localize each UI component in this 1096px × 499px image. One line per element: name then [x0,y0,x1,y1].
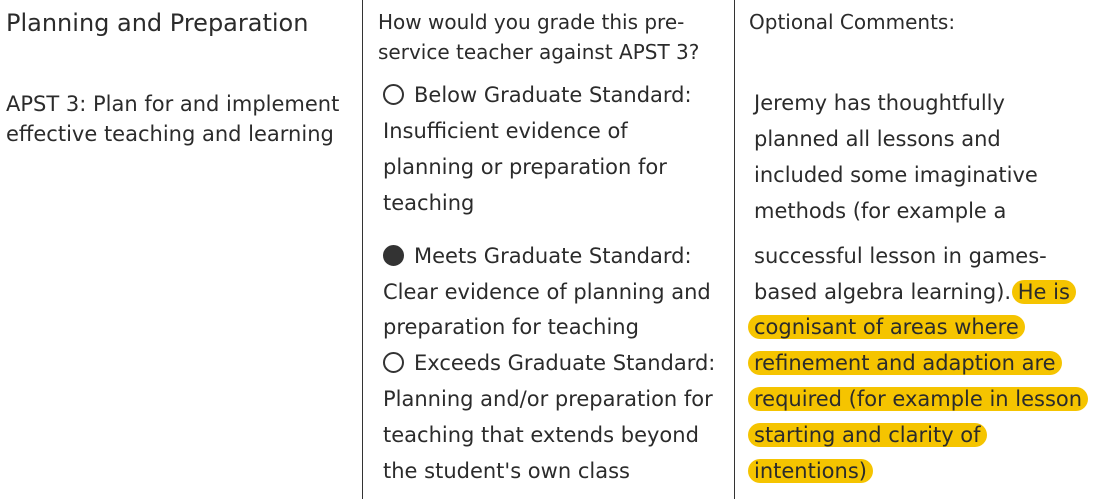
comment-line: included some imaginative [754,163,1038,187]
criterion-title: Planning and Preparation [6,9,309,37]
highlighted-comment-line: required (for example in lesson [748,381,1089,417]
comment-line: successful lesson in games- [754,244,1047,268]
option-label: Meets Graduate Standard: [414,244,692,268]
standard-line: effective teaching and learning [6,122,334,146]
option-desc: Insufficient evidence of [383,119,628,143]
radio-button-selected[interactable] [383,245,404,266]
highlighted-comment: intentions) [748,459,873,483]
highlighted-comment-line: starting and clarity of [748,417,987,453]
option-label: Below Graduate Standard: [414,83,692,107]
grading-column: How would you grade this pre- service te… [362,0,734,499]
option-meets-standard[interactable]: Meets Graduate Standard: [383,238,692,274]
highlighted-comment: starting and clarity of [748,423,987,447]
option-exceeds-standard[interactable]: Exceeds Graduate Standard: [383,345,715,381]
question-line: How would you grade this pre- [378,10,685,34]
highlighted-comment: cognisant of areas where [748,315,1025,339]
highlighted-comment-line: refinement and adaption are [748,345,1062,381]
highlighted-comment-line: cognisant of areas where [748,309,1025,345]
question-line: service teacher against APST 3? [378,40,700,64]
option-desc: the student's own class [383,459,630,483]
comment-text: based algebra learning). [754,280,1012,304]
option-desc: planning or preparation for [383,155,667,179]
option-below-standard[interactable]: Below Graduate Standard: [383,77,692,113]
comment-line: planned all lessons and [754,127,1001,151]
criterion-column: Planning and Preparation APST 3: Plan fo… [0,0,362,499]
comment-line: methods (for example a [754,199,1007,223]
option-desc: teaching that extends beyond [383,423,699,447]
highlighted-comment: He is [1011,280,1076,304]
radio-button-unselected[interactable] [383,352,404,373]
option-desc: Planning and/or preparation for [383,387,713,411]
option-label: Exceeds Graduate Standard: [414,351,716,375]
highlighted-comment: required (for example in lesson [748,387,1089,411]
highlighted-comment-line: intentions) [748,453,873,489]
option-desc: Clear evidence of planning and [383,280,711,304]
comment-line: based algebra learning). He is [754,274,1076,310]
option-desc: preparation for teaching [383,315,639,339]
option-desc: teaching [383,191,475,215]
comments-heading: Optional Comments: [749,10,956,34]
comment-line: Jeremy has thoughtfully [754,91,1005,115]
radio-button-unselected[interactable] [383,84,404,105]
comments-column: Optional Comments: Jeremy has thoughtful… [734,0,1096,499]
highlighted-comment: refinement and adaption are [748,351,1062,375]
